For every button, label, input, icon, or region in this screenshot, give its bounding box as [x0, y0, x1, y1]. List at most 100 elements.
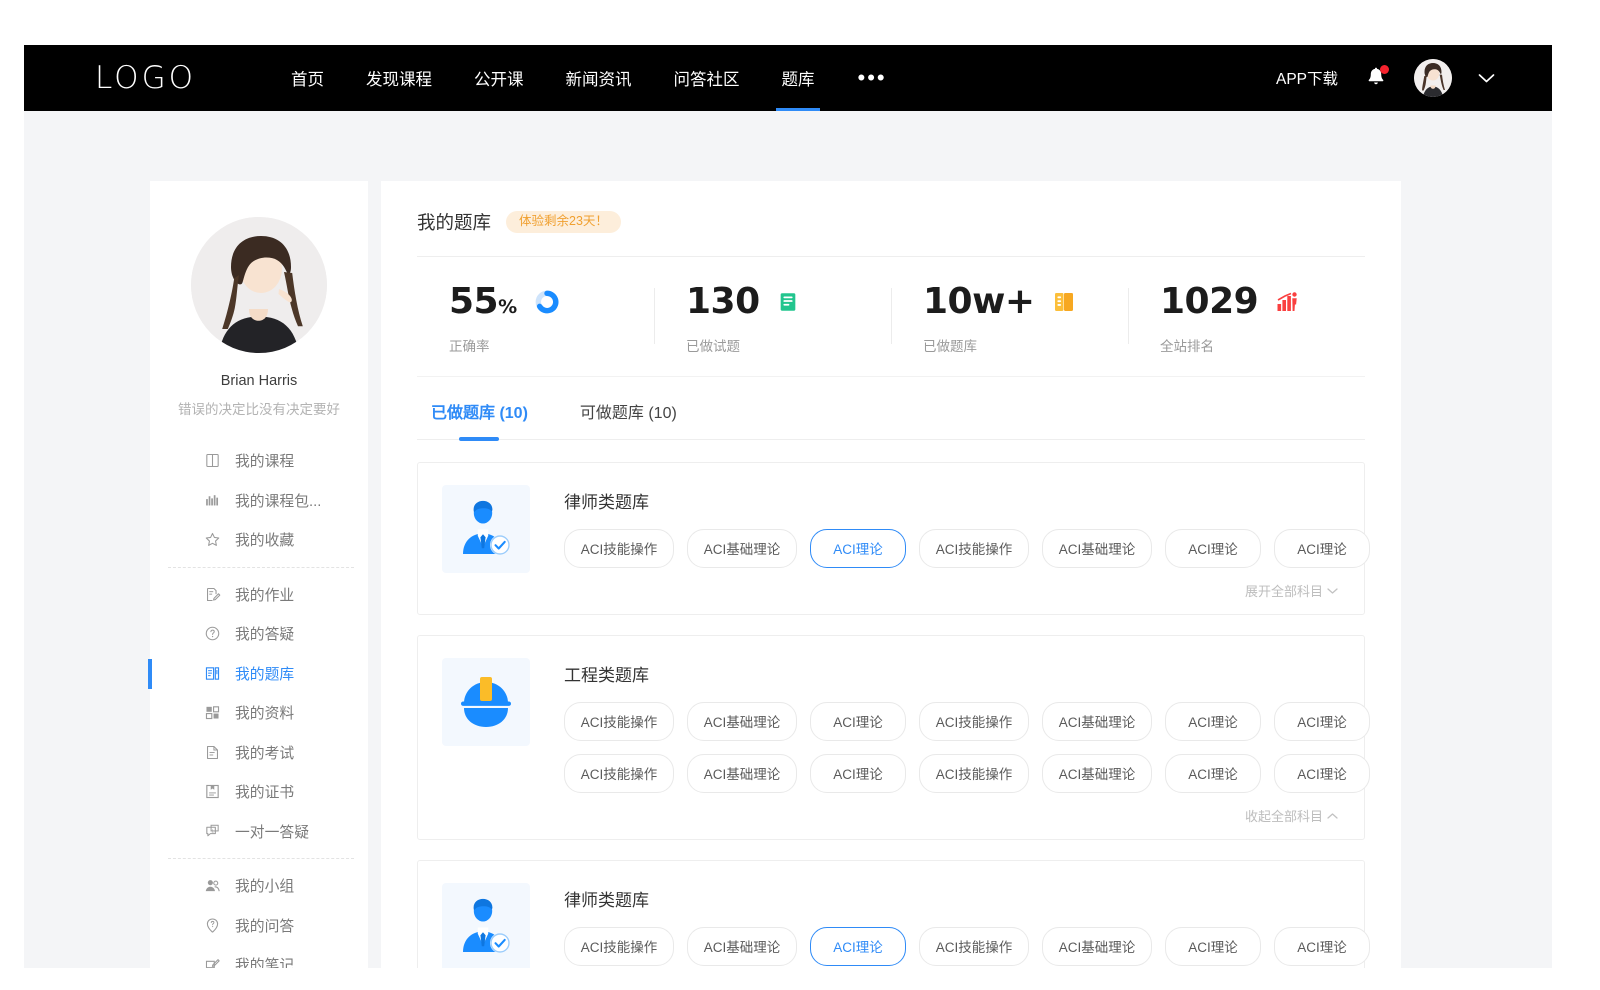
sidebar-item-label: 我的作业 — [235, 584, 294, 605]
lawyer-avatar-icon — [455, 498, 517, 560]
subject-tag[interactable]: ACI技能操作 — [564, 529, 674, 568]
sidebar-item-5[interactable]: 我的答疑 — [150, 614, 368, 654]
chevron-down-icon-wrap — [1327, 583, 1338, 598]
subject-tag[interactable]: ACI技能操作 — [919, 927, 1029, 966]
sidebar-item-6[interactable]: 我的题库 — [150, 654, 368, 694]
site-logo[interactable]: LOGO — [95, 63, 196, 94]
sidebar-menu: 我的课程我的课程包... 我的收藏我的作业我的答疑我的题库我的资料我的考试我的证书… — [150, 441, 368, 968]
notification-bell-button[interactable] — [1364, 65, 1388, 91]
subject-tag[interactable]: ACI技能操作 — [919, 754, 1029, 793]
profile-avatar[interactable] — [191, 217, 327, 353]
avatar[interactable] — [1414, 59, 1452, 97]
sidebar-item-0[interactable]: 我的课程 — [150, 441, 368, 481]
sidebar-item-12[interactable]: 我的小组 — [150, 866, 368, 906]
sidebar-item-10[interactable]: 1一对一答疑 — [150, 812, 368, 852]
tab-1[interactable]: 可做题库 (10) — [580, 399, 677, 439]
donut-progress-icon — [534, 289, 560, 315]
subject-tag-row: ACI技能操作ACI基础理论ACI理论ACI技能操作ACI基础理论ACI理论AC… — [564, 529, 1340, 568]
subject-tag[interactable]: ACI理论 — [1274, 754, 1370, 793]
nav-item-5[interactable]: 题库 — [761, 45, 836, 111]
sidebar-item-7[interactable]: 我的资料 — [150, 693, 368, 733]
profile-block: Brian Harris 错误的决定比没有决定要好 — [150, 217, 368, 418]
subject-tag[interactable]: ACI理论 — [1274, 702, 1370, 741]
subject-tag[interactable]: ACI基础理论 — [687, 529, 797, 568]
subject-tag[interactable]: ACI基础理论 — [1042, 927, 1152, 966]
subject-tag[interactable]: ACI理论 — [1274, 927, 1370, 966]
group-users-icon-wrap — [204, 877, 221, 894]
subject-tag[interactable]: ACI基础理论 — [1042, 529, 1152, 568]
subject-tag[interactable]: ACI理论 — [1165, 529, 1261, 568]
homework-edit-icon — [204, 586, 221, 603]
chevron-down-icon — [1478, 73, 1495, 84]
question-bank-icon — [204, 665, 221, 682]
card-title[interactable]: 工程类题库 — [564, 661, 1340, 686]
subject-tag[interactable]: ACI理论 — [1165, 927, 1261, 966]
sidebar-item-label: 我的课程 — [235, 450, 294, 471]
subject-tag[interactable]: ACI技能操作 — [564, 754, 674, 793]
account-menu-chevron[interactable] — [1478, 73, 1495, 84]
exam-paper-icon — [204, 744, 221, 761]
sidebar-item-2[interactable]: 我的收藏 — [150, 520, 368, 560]
rank-chart-icon-wrap — [1275, 289, 1301, 315]
question-bank-card[interactable]: 律师类题库 ACI技能操作 ACI基础理论 ACI理论 ACI技能操作 ACI基础理论 AC… — [417, 860, 1365, 968]
sidebar-item-label: 我的问答 — [235, 915, 294, 936]
nav-item-0[interactable]: 首页 — [270, 45, 345, 111]
chevron-up-icon-wrap — [1327, 808, 1338, 823]
subject-tag[interactable]: ACI理论 — [810, 754, 906, 793]
certificate-icon-wrap — [204, 783, 221, 800]
subject-tag[interactable]: ACI技能操作 — [564, 702, 674, 741]
nav-item-3[interactable]: 新闻资讯 — [545, 45, 653, 111]
toggle-subjects-label: 展开全部科目 — [1245, 581, 1323, 600]
subject-tag[interactable]: ACI理论 — [1165, 702, 1261, 741]
sidebar-item-14[interactable]: 我的笔记 — [150, 945, 368, 968]
rank-chart-icon — [1275, 290, 1299, 314]
stat-value: 130 — [686, 284, 760, 320]
sidebar-item-9[interactable]: 我的证书 — [150, 772, 368, 812]
sidebar-item-8[interactable]: 我的考试 — [150, 733, 368, 773]
green-book-icon-wrap — [777, 289, 803, 315]
question-bank-card[interactable]: 律师类题库 ACI技能操作 ACI基础理论 ACI理论 ACI技能操作 ACI基础理论 AC… — [417, 462, 1365, 615]
top-bar-right: APP下载 — [1276, 59, 1495, 97]
subject-tag[interactable]: ACI技能操作 — [564, 927, 674, 966]
main-header: 我的题库 体验剩余23天！ — [417, 209, 1365, 257]
nav-item-2[interactable]: 公开课 — [453, 45, 545, 111]
toggle-subjects-link[interactable]: 收起全部科目 — [1245, 806, 1338, 825]
subject-tag[interactable]: ACI基础理论 — [687, 927, 797, 966]
subject-tag-row: ACI技能操作ACI基础理论ACI理论ACI技能操作ACI基础理论ACI理论AC… — [564, 927, 1340, 966]
subject-tag[interactable]: ACI理论 — [1165, 754, 1261, 793]
subject-tag[interactable]: ACI理论 — [810, 927, 906, 966]
subject-tag[interactable]: ACI技能操作 — [919, 529, 1029, 568]
stats-row: 55%正确率130已做试题10w+已做题库1029全站排名 — [417, 257, 1365, 377]
tab-bar: 已做题库 (10) 可做题库 (10) — [417, 377, 1365, 440]
subject-tag[interactable]: ACI理论 — [1274, 529, 1370, 568]
card-body: 律师类题库 ACI技能操作 ACI基础理论 ACI理论 ACI技能操作 ACI基础理论 AC… — [564, 883, 1340, 968]
sidebar-item-4[interactable]: 我的作业 — [150, 575, 368, 615]
card-title[interactable]: 律师类题库 — [564, 488, 1340, 513]
question-bank-card[interactable]: 工程类题库 ACI技能操作 ACI基础理论 ACI理论 ACI技能操作 ACI基础理论 AC… — [417, 635, 1365, 840]
subject-tag[interactable]: ACI基础理论 — [1042, 754, 1152, 793]
page-body: Brian Harris 错误的决定比没有决定要好 我的课程我的课程包...我的… — [24, 111, 1552, 968]
toggle-subjects-link[interactable]: 展开全部科目 — [1245, 581, 1338, 600]
stat-value-row: 1029 — [1160, 284, 1365, 320]
chevron-down-icon — [1327, 587, 1338, 595]
subject-tag[interactable]: ACI理论 — [810, 529, 906, 568]
subject-tag[interactable]: ACI理论 — [810, 702, 906, 741]
nav-item-4[interactable]: 问答社区 — [653, 45, 761, 111]
subject-tag[interactable]: ACI基础理论 — [1042, 702, 1152, 741]
card-title[interactable]: 律师类题库 — [564, 886, 1340, 911]
nav-more-icon[interactable]: ••• — [842, 71, 903, 84]
sidebar-item-13[interactable]: 我的问答 — [150, 906, 368, 946]
subject-tag[interactable]: ACI基础理论 — [687, 702, 797, 741]
stat-value: 55% — [449, 284, 517, 320]
subject-tag[interactable]: ACI基础理论 — [687, 754, 797, 793]
subject-tag[interactable]: ACI技能操作 — [919, 702, 1029, 741]
sidebar-item-label: 我的课程包... — [235, 490, 321, 511]
sidebar-item-1[interactable]: 我的课程包... — [150, 481, 368, 521]
orange-book-icon — [1052, 290, 1076, 314]
app-download-link[interactable]: APP下载 — [1276, 67, 1338, 89]
nav-item-1[interactable]: 发现课程 — [345, 45, 453, 111]
card-body: 律师类题库 ACI技能操作 ACI基础理论 ACI理论 ACI技能操作 ACI基础理论 AC… — [564, 485, 1340, 600]
tab-0[interactable]: 已做题库 (10) — [431, 399, 528, 439]
note-pen-icon — [204, 956, 221, 968]
question-bank-icon-wrap — [204, 665, 221, 682]
